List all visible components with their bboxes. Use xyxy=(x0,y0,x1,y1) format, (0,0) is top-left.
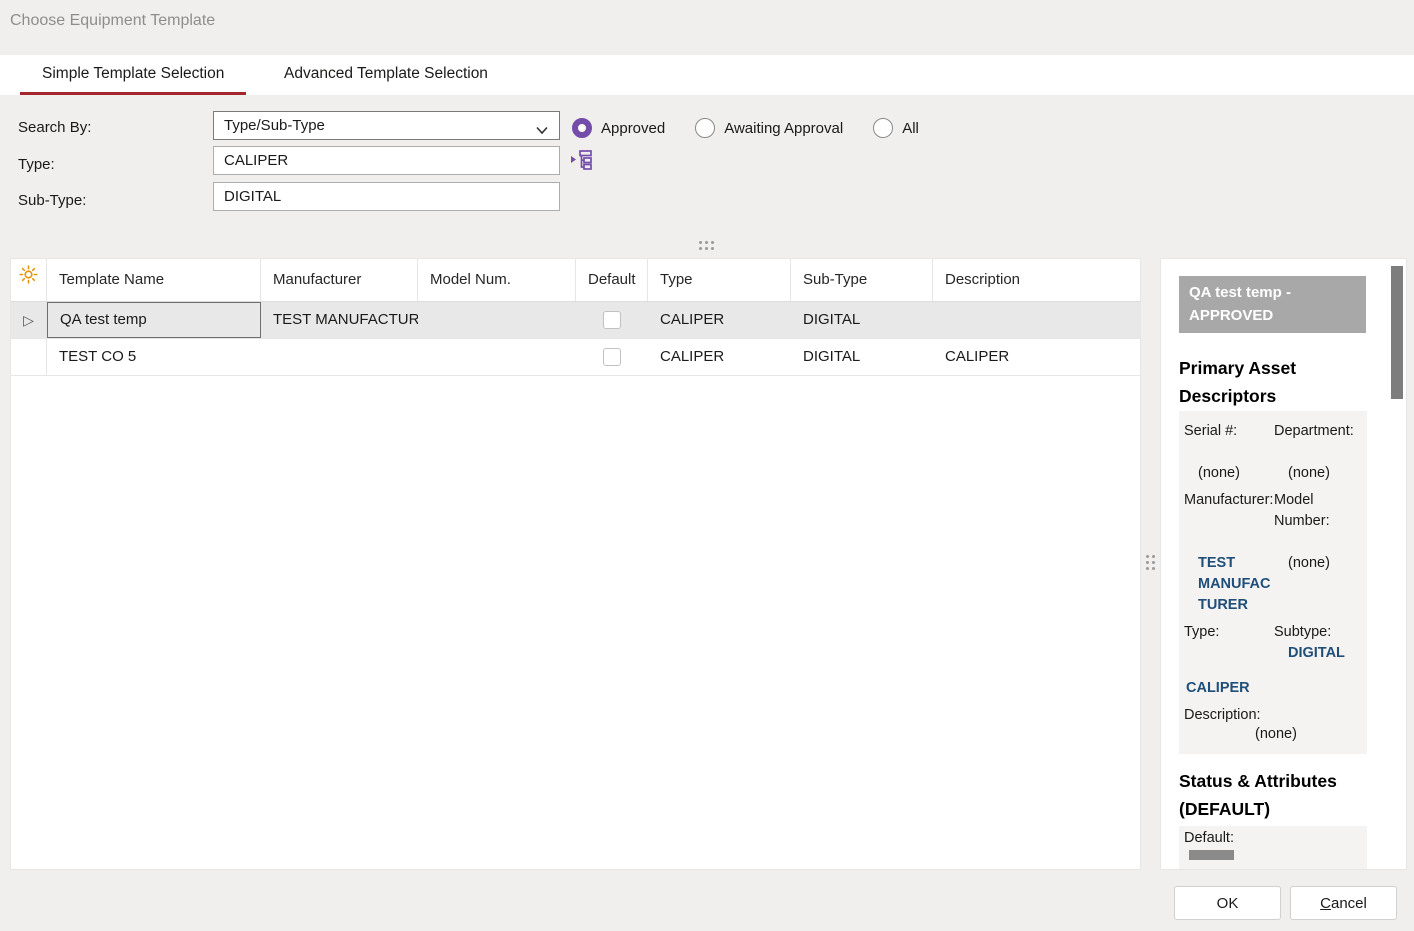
column-header-type[interactable]: Type xyxy=(648,259,791,301)
subtype-input[interactable] xyxy=(213,182,560,211)
tab-simple-template-selection[interactable]: Simple Template Selection xyxy=(20,55,246,95)
type-label: Type: xyxy=(1184,622,1274,643)
horizontal-scrollbar-thumb[interactable] xyxy=(1189,850,1234,860)
column-header-default[interactable]: Default xyxy=(576,259,648,301)
manufacturer-value: TEST MANUFACTURER xyxy=(1184,553,1274,616)
details-scrollbar-thumb[interactable] xyxy=(1391,266,1403,399)
cell-manufacturer[interactable]: TEST MANUFACTURER xyxy=(261,302,418,338)
type-value: CALIPER xyxy=(1184,678,1274,699)
cell-default xyxy=(576,302,648,338)
department-label: Department: xyxy=(1274,421,1368,442)
subtype-label: Sub-Type: xyxy=(18,192,86,209)
default-checkbox[interactable] xyxy=(603,348,621,366)
horizontal-splitter-handle[interactable] xyxy=(699,241,714,250)
column-header-template-name[interactable]: Template Name xyxy=(47,259,261,301)
cell-template-name[interactable]: QA test temp xyxy=(47,302,261,338)
choose-equipment-template-dialog: Choose Equipment Template Simple Templat… xyxy=(0,0,1414,931)
cell-template-name[interactable]: TEST CO 5 xyxy=(47,339,261,375)
template-grid: Template Name Manufacturer Model Num. De… xyxy=(10,258,1141,870)
cell-description[interactable] xyxy=(933,302,1140,338)
type-input[interactable] xyxy=(213,146,560,175)
cancel-rest: ancel xyxy=(1331,895,1367,912)
cell-sub-type[interactable]: DIGITAL xyxy=(791,339,933,375)
table-row[interactable]: TEST CO 5 CALIPER DIGITAL CALIPER xyxy=(11,339,1140,376)
tab-advanced-template-selection[interactable]: Advanced Template Selection xyxy=(262,55,510,95)
radio-approved-label: Approved xyxy=(601,120,665,137)
radio-awaiting-circle[interactable] xyxy=(695,118,715,138)
radio-awaiting-label: Awaiting Approval xyxy=(724,120,843,137)
search-by-selected-value: Type/Sub-Type xyxy=(224,117,325,134)
model-number-value: (none) xyxy=(1274,553,1368,616)
radio-all-circle[interactable] xyxy=(873,118,893,138)
cancel-button[interactable]: Cancel xyxy=(1290,886,1397,920)
description-value: (none) xyxy=(1184,726,1368,742)
details-scrollbar[interactable] xyxy=(1391,266,1403,864)
search-by-label: Search By: xyxy=(18,119,91,136)
grid-options-button[interactable] xyxy=(11,259,47,301)
department-value: (none) xyxy=(1274,463,1368,484)
type-hierarchy-picker-button[interactable] xyxy=(569,147,595,173)
cell-type[interactable]: CALIPER xyxy=(648,302,791,338)
vertical-splitter-handle[interactable] xyxy=(1146,555,1155,570)
cell-manufacturer[interactable] xyxy=(261,339,418,375)
cell-type[interactable]: CALIPER xyxy=(648,339,791,375)
serial-value: (none) xyxy=(1184,463,1274,484)
column-header-model-num[interactable]: Model Num. xyxy=(418,259,576,301)
default-checkbox[interactable] xyxy=(603,311,621,329)
cancel-accelerator: C xyxy=(1320,895,1331,912)
primary-asset-descriptors-title: Primary Asset Descriptors xyxy=(1179,354,1349,410)
cell-default xyxy=(576,339,648,375)
subtype-value: DIGITAL xyxy=(1274,643,1368,664)
template-details-panel: QA test temp - APPROVED Primary Asset De… xyxy=(1160,258,1407,870)
type-label: Type: xyxy=(18,156,55,173)
radio-approved-circle[interactable] xyxy=(572,118,592,138)
row-selector xyxy=(11,339,47,375)
page-title: Choose Equipment Template xyxy=(10,12,215,30)
model-number-label: Model Number: xyxy=(1274,490,1368,532)
status-attributes-title: Status & Attributes (DEFAULT) xyxy=(1179,767,1374,823)
serial-label: Serial #: xyxy=(1184,421,1274,442)
radio-approved[interactable]: Approved xyxy=(572,118,665,138)
status-attributes-fields: Default: xyxy=(1179,826,1367,870)
column-header-manufacturer[interactable]: Manufacturer xyxy=(261,259,418,301)
grid-header-row: Template Name Manufacturer Model Num. De… xyxy=(11,259,1140,302)
tab-bar: Simple Template Selection Advanced Templ… xyxy=(0,55,1414,95)
cell-description[interactable]: CALIPER xyxy=(933,339,1140,375)
radio-all-label: All xyxy=(902,120,919,137)
cell-sub-type[interactable]: DIGITAL xyxy=(791,302,933,338)
description-label: Description: xyxy=(1184,705,1274,726)
cell-model-num[interactable] xyxy=(418,339,576,375)
sun-icon xyxy=(19,259,38,301)
column-header-sub-type[interactable]: Sub-Type xyxy=(791,259,933,301)
search-by-dropdown[interactable]: Type/Sub-Type xyxy=(213,111,560,140)
manufacturer-label: Manufacturer: xyxy=(1184,490,1274,532)
radio-awaiting-approval[interactable]: Awaiting Approval xyxy=(695,118,843,138)
subtype-label: Subtype: xyxy=(1274,622,1368,643)
column-header-description[interactable]: Description xyxy=(933,259,1140,301)
hierarchy-tree-icon xyxy=(570,159,594,174)
approval-filter-radio-group: Approved Awaiting Approval All xyxy=(572,117,939,139)
row-selector-arrow-icon: ▷ xyxy=(11,302,47,338)
radio-all[interactable]: All xyxy=(873,118,919,138)
details-header: QA test temp - APPROVED xyxy=(1179,276,1366,333)
cell-model-num[interactable] xyxy=(418,302,576,338)
table-row[interactable]: ▷ QA test temp TEST MANUFACTURER CALIPER… xyxy=(11,302,1140,339)
ok-button[interactable]: OK xyxy=(1174,886,1281,920)
primary-asset-descriptors-fields: Serial #: Department: (none) (none) Manu… xyxy=(1179,411,1367,754)
default-label: Default: xyxy=(1184,830,1362,846)
chevron-down-icon xyxy=(535,119,549,146)
